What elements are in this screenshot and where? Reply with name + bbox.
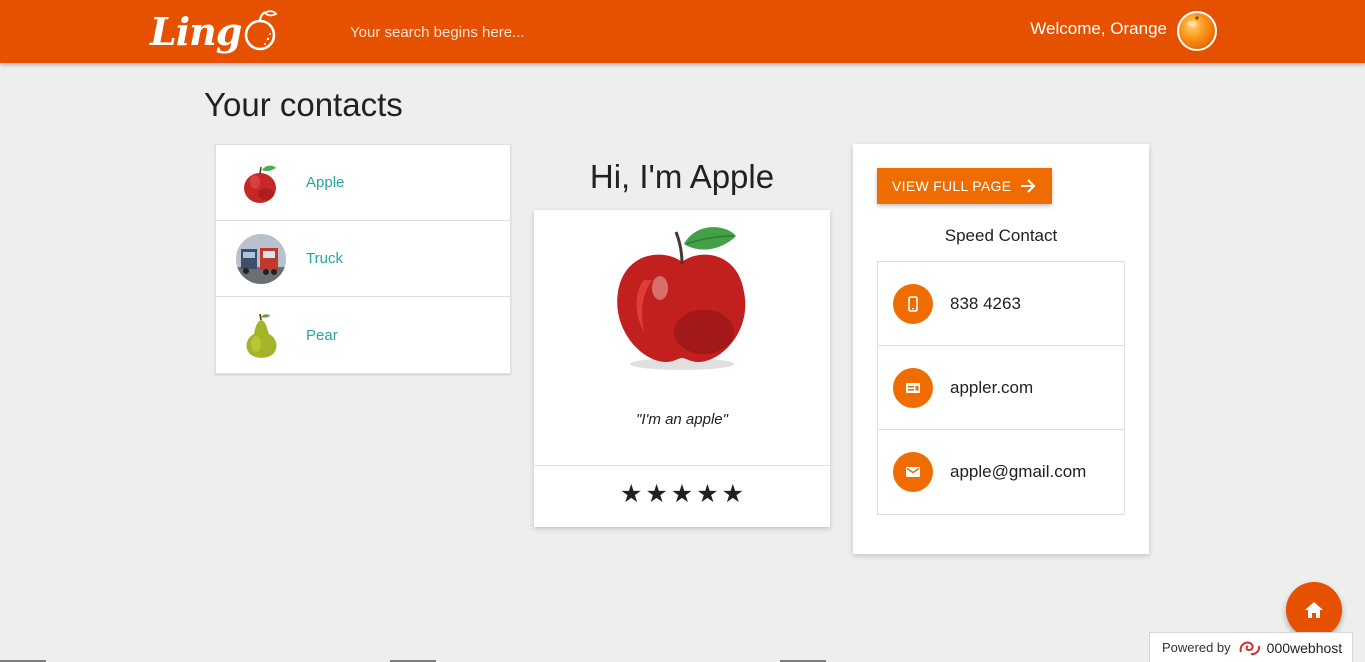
speed-item-web[interactable]: appler.com	[878, 346, 1124, 430]
contact-name: Apple	[306, 174, 345, 191]
speed-item-email[interactable]: apple@gmail.com	[878, 430, 1124, 514]
powered-by-label: Powered by	[1162, 640, 1231, 655]
view-full-page-button[interactable]: VIEW FULL PAGE	[877, 168, 1052, 204]
logo-text: Ling	[150, 8, 242, 54]
star-icon[interactable]: ★	[620, 480, 642, 508]
contact-name: Truck	[306, 250, 343, 267]
orange-logo-icon	[245, 10, 278, 51]
star-icon[interactable]: ★	[696, 480, 718, 508]
contact-item-apple[interactable]: Apple	[216, 145, 510, 221]
host-brand: 000webhost	[1266, 639, 1343, 656]
page-title: Your contacts	[204, 86, 403, 123]
speed-contact-panel: VIEW FULL PAGE Speed Contact 838 4263 ap…	[853, 144, 1149, 554]
powered-by-badge[interactable]: Powered by 000webhost	[1149, 632, 1353, 662]
apple-avatar	[236, 158, 286, 208]
star-icon[interactable]: ★	[722, 480, 744, 508]
speed-item-phone[interactable]: 838 4263	[878, 262, 1124, 346]
home-fab-button[interactable]	[1286, 582, 1342, 638]
view-full-page-label: VIEW FULL PAGE	[892, 178, 1012, 194]
card-divider	[534, 465, 830, 466]
contact-item-truck[interactable]: Truck	[216, 221, 510, 297]
contacts-list: Apple Truck Pear	[215, 144, 511, 374]
profile-card: "I'm an apple" ★ ★ ★ ★ ★	[534, 210, 830, 527]
email-text: apple@gmail.com	[950, 462, 1087, 481]
contact-name: Pear	[306, 326, 338, 344]
speed-contact-list: 838 4263 appler.com apple@gmail.com	[877, 261, 1125, 515]
host-logo-icon	[1239, 641, 1260, 655]
arrow-right-icon	[1021, 179, 1036, 193]
welcome-text: Welcome, Orange	[1030, 19, 1167, 38]
phone-icon	[893, 283, 933, 324]
user-avatar[interactable]	[1177, 11, 1217, 51]
rating-stars: ★ ★ ★ ★ ★	[534, 480, 830, 508]
truck-image	[236, 233, 286, 284]
star-icon[interactable]: ★	[645, 480, 667, 508]
apple-image	[244, 165, 276, 203]
profile-greeting: Hi, I'm Apple	[589, 158, 775, 195]
email-icon	[893, 452, 933, 492]
orange-avatar-icon	[1187, 16, 1199, 27]
pear-image	[246, 313, 277, 358]
logo[interactable]: Ling	[150, 6, 279, 56]
apple-image	[617, 227, 746, 370]
profile-quote: "I'm an apple"	[636, 411, 728, 428]
speed-contact-title: Speed Contact	[944, 226, 1058, 245]
truck-avatar	[236, 233, 286, 284]
contact-item-pear[interactable]: Pear	[216, 297, 510, 373]
pear-avatar	[236, 310, 286, 360]
home-icon	[1305, 602, 1323, 618]
phone-number: 838 4263	[950, 293, 1021, 313]
top-app-bar: Ling Welcome, Orange	[0, 0, 1365, 63]
search-input[interactable]	[350, 20, 750, 44]
star-icon[interactable]: ★	[671, 480, 693, 508]
web-icon	[893, 367, 933, 408]
website-text: appler.com	[950, 377, 1034, 397]
